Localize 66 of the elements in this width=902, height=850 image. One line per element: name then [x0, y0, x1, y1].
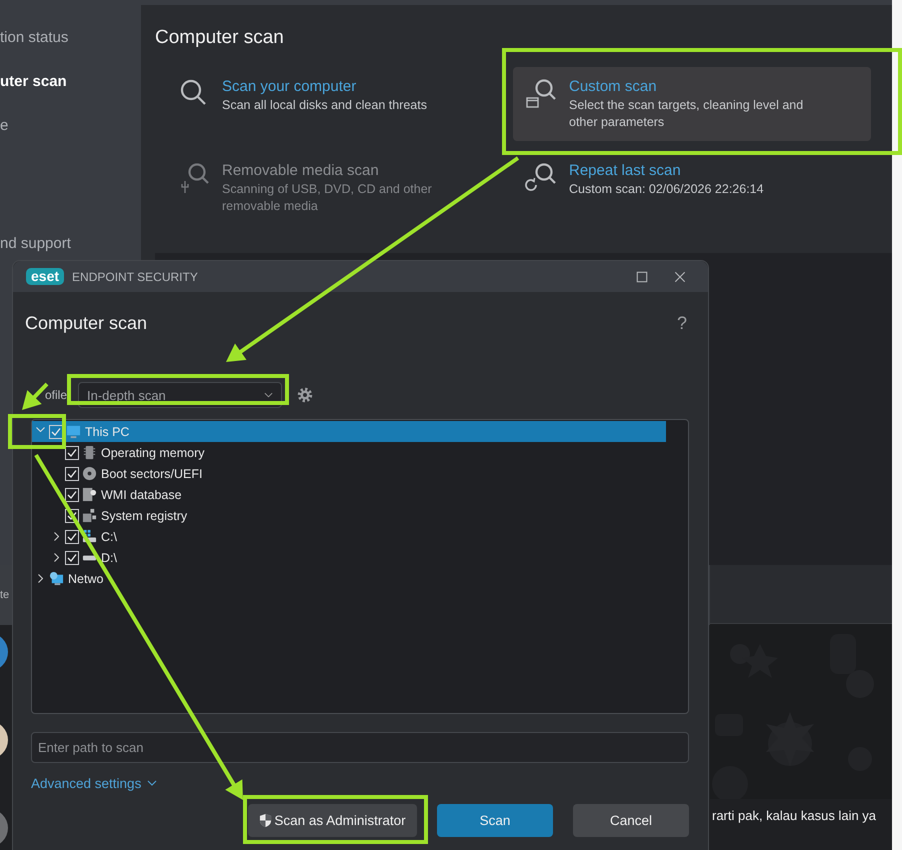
- chevron-down-icon[interactable]: [147, 780, 158, 786]
- tree-item[interactable]: Boot sectors/UEFI: [32, 463, 666, 484]
- tree-label: Boot sectors/UEFI: [101, 466, 202, 480]
- checkbox[interactable]: [65, 466, 79, 480]
- dialog-title: Computer scan: [25, 312, 148, 335]
- tree-label: System registry: [101, 508, 188, 522]
- tree-label: C:\: [101, 530, 117, 544]
- document-icon: [82, 487, 97, 502]
- advanced-settings-link[interactable]: Advanced settings: [31, 776, 142, 790]
- page-title: Computer scan: [155, 26, 285, 50]
- chevron-right-icon[interactable]: [54, 552, 59, 562]
- monitor-icon: [66, 424, 81, 439]
- scan-as-admin-button[interactable]: Scan as Administrator: [248, 804, 417, 837]
- path-field[interactable]: Enter path to scan: [31, 732, 689, 763]
- tree-item[interactable]: Operating memory: [32, 442, 666, 463]
- tree-item[interactable]: D:\: [32, 547, 666, 568]
- option-description: Scanning of USB, DVD, CD and other removable media: [222, 181, 433, 215]
- option-description: Custom scan: 02/06/2026 22:26:14: [569, 181, 764, 198]
- checkbox[interactable]: [65, 488, 79, 502]
- tree-item[interactable]: System registry: [32, 505, 666, 526]
- option-title: Repeat last scan: [569, 161, 682, 181]
- drive-icon: [82, 554, 97, 560]
- checkbox[interactable]: [65, 508, 79, 522]
- checkbox[interactable]: [49, 424, 63, 438]
- settings-icon[interactable]: [296, 386, 314, 404]
- option-description: Select the scan targets, cleaning level and other parameters: [569, 97, 804, 131]
- cancel-button[interactable]: Cancel: [573, 804, 689, 837]
- scan-option[interactable]: Custom scan Select the scan targets, cleaning level and other parameters: [513, 67, 871, 141]
- tree-item[interactable]: Netwo: [32, 568, 666, 589]
- disc-icon: [82, 466, 97, 481]
- tree-item[interactable]: This PC: [32, 421, 666, 442]
- checkbox[interactable]: [65, 550, 79, 564]
- chevron-right-icon[interactable]: [38, 574, 43, 582]
- header-text: te: [0, 589, 10, 601]
- maximize-icon[interactable]: [636, 270, 648, 282]
- tree-label: Operating memory: [101, 446, 205, 460]
- option-title: Scan your computer: [222, 77, 358, 97]
- close-icon[interactable]: [674, 270, 686, 282]
- chevron-down-icon: [264, 392, 273, 398]
- tree-label: D:\: [101, 550, 117, 564]
- tree-label: WMI database: [101, 488, 182, 502]
- app-name: ENDPOINT SECURITY: [72, 270, 198, 284]
- shield-icon: [259, 813, 272, 828]
- memory-chip-icon: [82, 445, 97, 460]
- sidebar-item[interactable]: uter scan: [0, 60, 141, 104]
- scan-option[interactable]: Scan your computer Scan all local disks and clean threats: [166, 67, 510, 141]
- tree-label: Netwo: [68, 572, 104, 586]
- option-description: Scan all local disks and clean threats: [222, 97, 427, 114]
- sidebar-item[interactable]: e: [0, 104, 141, 148]
- field-label: ofile: [45, 388, 67, 402]
- message-text: rarti pak, kalau kasus lain ya: [712, 808, 876, 823]
- option-title: Custom scan: [569, 77, 658, 97]
- network-icon: [49, 571, 64, 586]
- scan-button[interactable]: Scan: [437, 804, 553, 837]
- sidebar-item[interactable]: tion status: [0, 16, 141, 60]
- option-title: Removable media scan: [222, 161, 380, 181]
- tree-item[interactable]: WMI database: [32, 484, 666, 505]
- logo: eset: [26, 268, 64, 285]
- tree-label: This PC: [85, 424, 130, 438]
- registry-icon: [82, 508, 97, 523]
- scan-option[interactable]: Repeat last scan Custom scan: 02/06/2026 22:26:14: [513, 151, 871, 225]
- chevron-right-icon[interactable]: [54, 532, 59, 540]
- highlight-frame: [8, 414, 66, 449]
- checkbox[interactable]: [65, 530, 79, 544]
- help-button[interactable]: ?: [676, 312, 687, 334]
- checkbox[interactable]: [65, 446, 79, 460]
